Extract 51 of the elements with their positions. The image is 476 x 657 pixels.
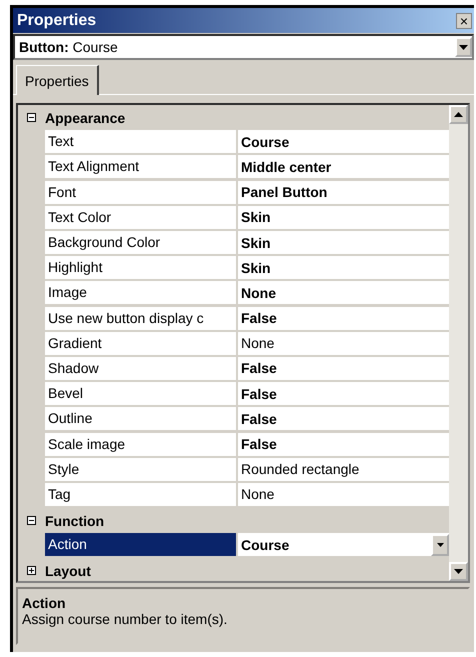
property-name[interactable]: Text Alignment (45, 155, 238, 180)
caret-icon (454, 569, 463, 574)
property-name[interactable]: Action (45, 533, 238, 558)
property-value: Skin (241, 260, 271, 276)
scrollbar[interactable] (449, 105, 468, 581)
property-value: False (241, 410, 277, 427)
selected-object: Button: Course (18, 39, 118, 55)
property-value: None (241, 284, 276, 301)
scroll-up-button[interactable] (449, 105, 468, 124)
property-value: False (241, 436, 277, 452)
property-name[interactable]: Style (45, 458, 238, 483)
property-name[interactable]: Use new button display c (45, 306, 238, 332)
property-value: Skin (241, 209, 271, 226)
property-value: None (241, 486, 274, 502)
property-value: Panel Button (241, 184, 328, 200)
property-name[interactable]: Bevel (45, 382, 238, 408)
property-name[interactable]: Font (45, 180, 238, 206)
property-name[interactable]: Text Color (45, 206, 238, 231)
caret-icon (436, 542, 444, 547)
group-label: Function (45, 512, 104, 529)
property-value: False (241, 386, 277, 402)
description-text: Assign course number to item(s). (22, 611, 228, 627)
property-name[interactable]: Shadow (45, 356, 238, 382)
caret-icon (459, 44, 468, 50)
tab[interactable]: Properties (16, 65, 99, 95)
dropdown-button[interactable] (455, 37, 472, 57)
property-name[interactable]: Outline (45, 407, 238, 432)
property-name[interactable]: Image (45, 281, 238, 306)
property-value: Middle center (241, 158, 332, 175)
group-label: Layout (45, 562, 91, 579)
property-value: Rounded rectangle (241, 461, 360, 478)
scroll-down-button[interactable] (449, 562, 468, 581)
window-title: Properties (17, 12, 96, 30)
property-name[interactable]: Gradient (45, 332, 238, 357)
dropdown-button[interactable] (431, 534, 449, 556)
object-selector[interactable]: Button: Course (13, 34, 474, 60)
property-name[interactable]: Scale image (45, 432, 238, 458)
close-button[interactable]: × (456, 12, 472, 28)
property-value: Course (241, 536, 290, 553)
property-name[interactable]: Tag (45, 482, 238, 508)
property-name[interactable]: Highlight (45, 256, 238, 282)
group-label: Appearance (45, 110, 126, 126)
property-name[interactable]: Text (45, 130, 238, 156)
property-value: Course (241, 134, 290, 150)
description-title: Action (22, 595, 67, 611)
caret-icon (454, 112, 463, 117)
property-value: Skin (241, 234, 271, 251)
property-value: False (241, 310, 277, 326)
property-name[interactable]: Background Color (45, 231, 238, 256)
property-value: None (241, 335, 274, 352)
property-value: False (241, 360, 277, 376)
